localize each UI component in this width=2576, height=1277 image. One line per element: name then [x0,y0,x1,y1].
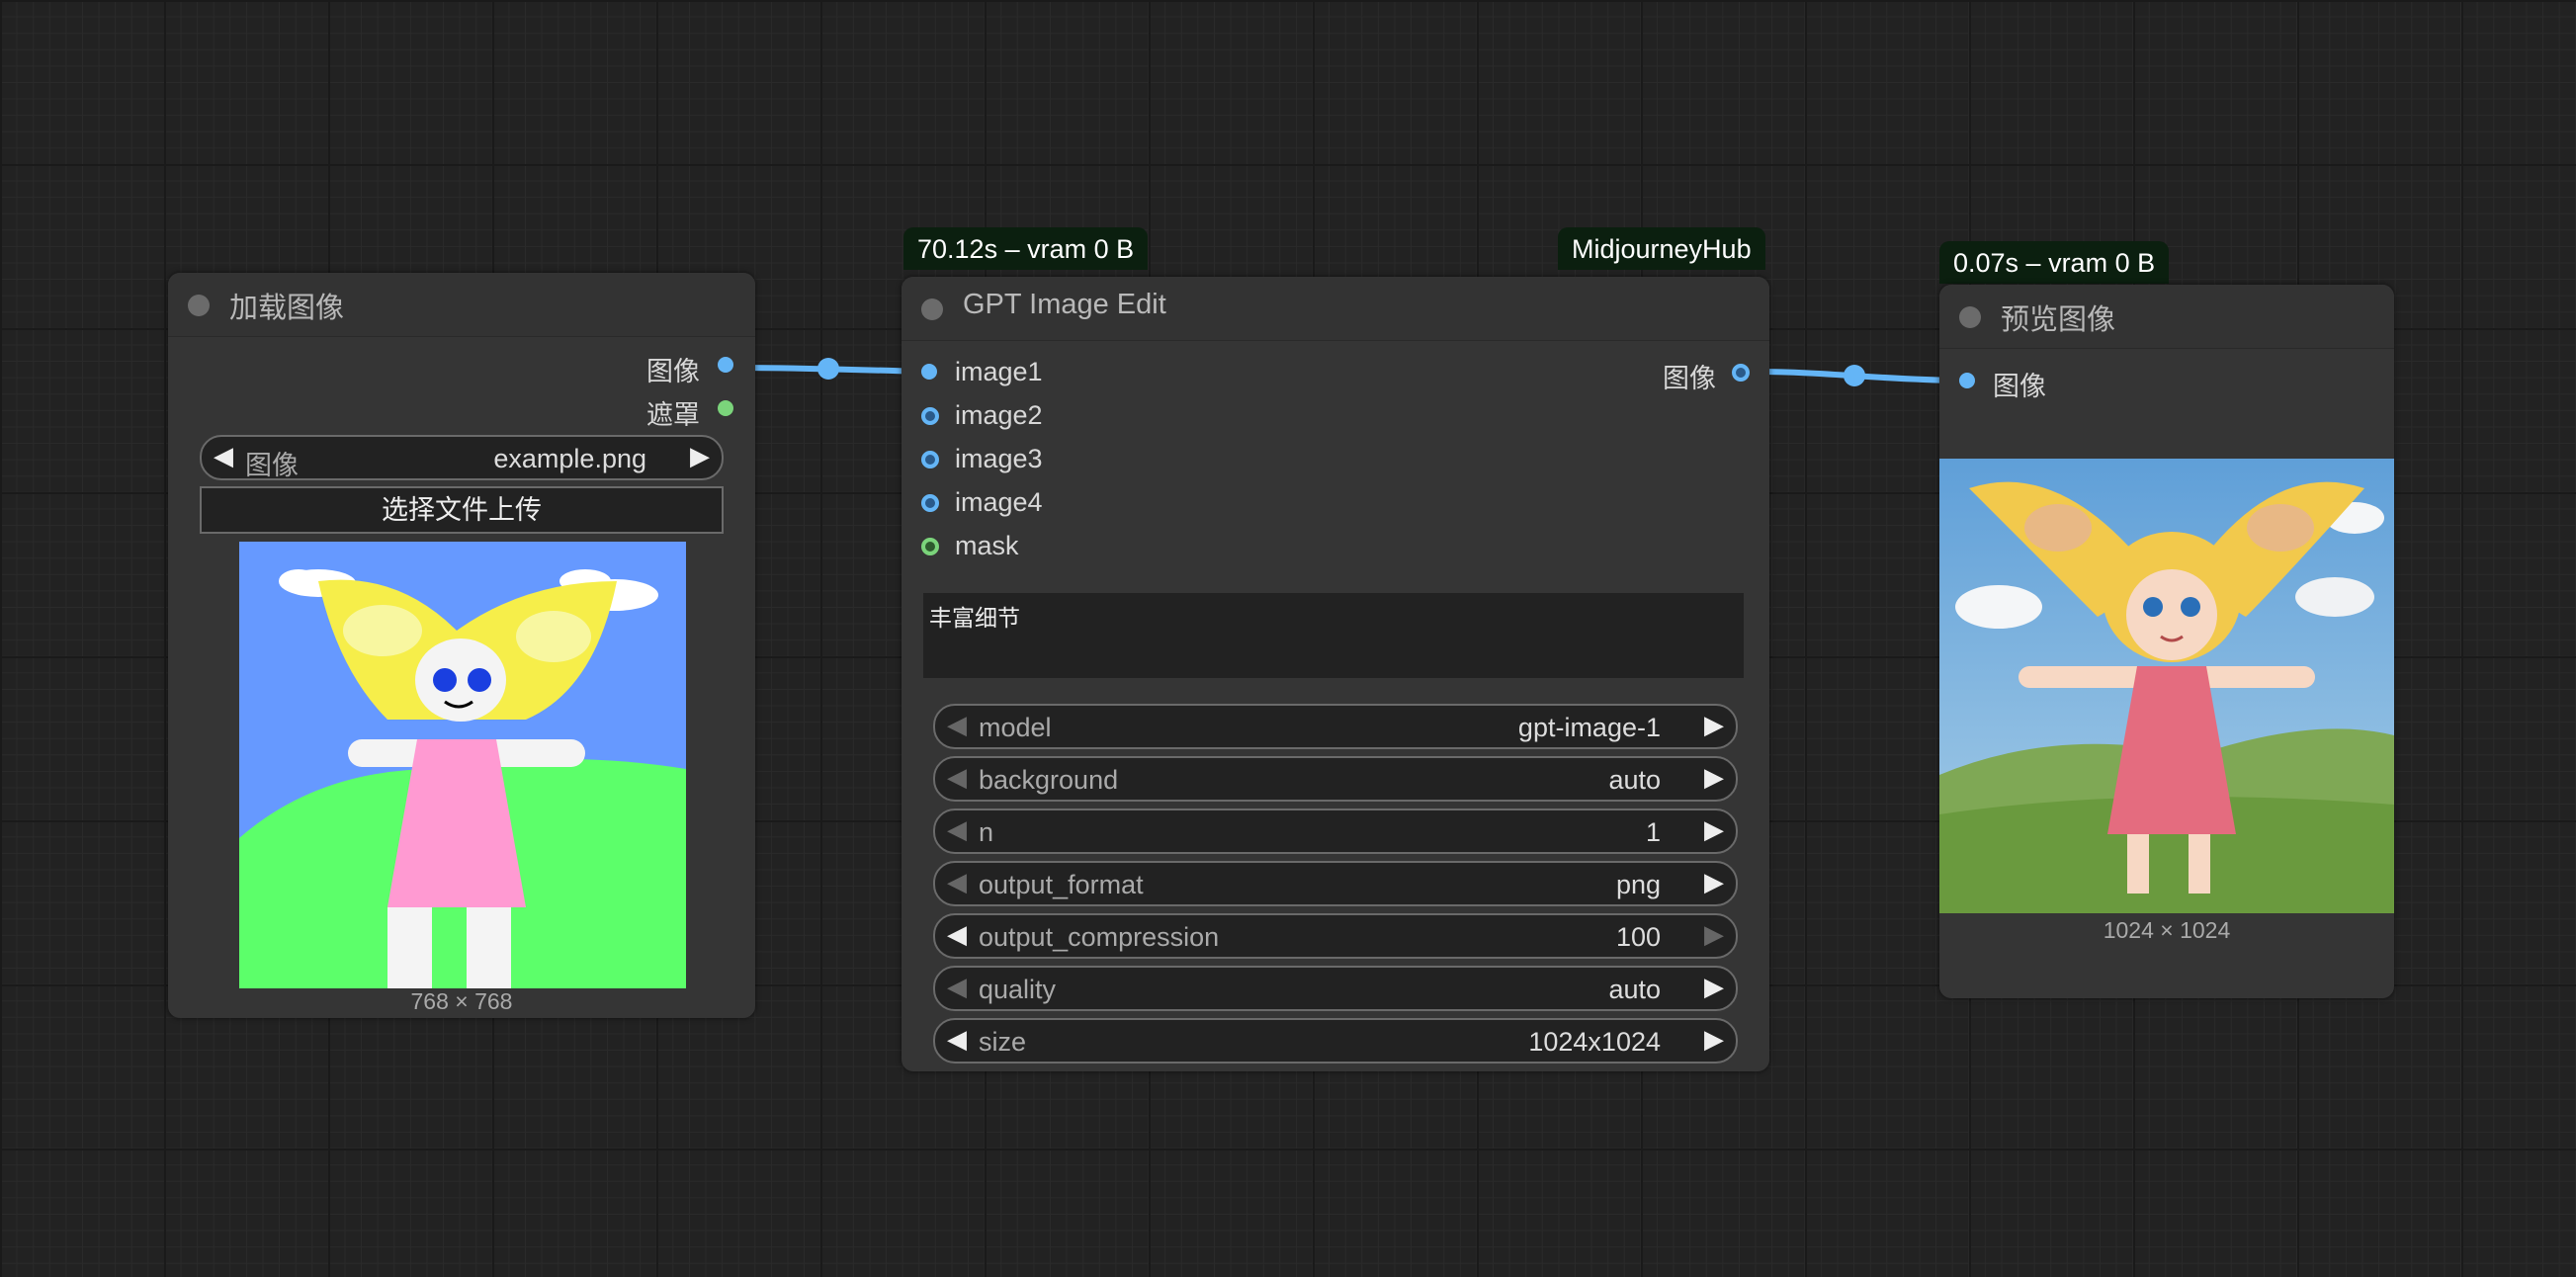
gpt-image-edit-node[interactable]: GPT Image Edit image1 image2 image3 imag… [902,277,1769,1071]
collapse-dot-icon[interactable] [921,298,943,320]
arrow-left-icon[interactable]: ◀ [947,710,967,740]
link-load-to-gpt-midpoint [817,358,839,380]
arrow-right-icon[interactable]: ▶ [1704,814,1724,845]
widget-value: auto [1608,975,1661,1004]
load-image-node[interactable]: 加载图像 图像 遮罩 ◀ 图像 example.png ▶ 选择文件上传 768… [168,273,755,1018]
node-title-bar[interactable]: GPT Image Edit [902,277,1769,341]
arrow-right-icon[interactable]: ▶ [1704,762,1724,793]
input-slot-image[interactable]: 图像 [1951,364,2149,403]
widget-label: model [979,713,1052,742]
background-widget[interactable]: ◀ background auto ▶ [933,756,1738,802]
widget-label: n [979,817,994,847]
upload-button[interactable]: 选择文件上传 [200,486,724,534]
input-label: image2 [955,400,1043,430]
node-title: 预览图像 [2001,304,2116,336]
input-label: 图像 [1993,372,2046,401]
node-title-bar[interactable]: 加载图像 [168,273,755,337]
arrow-right-icon[interactable]: ▶ [1704,1024,1724,1055]
arrow-left-icon[interactable]: ◀ [947,1024,967,1055]
widget-label: output_format [979,870,1144,899]
execution-time-badge: 70.12s – vram 0 B [903,227,1149,270]
widget-label: output_compression [979,922,1220,952]
output-slot-image[interactable]: 图像 [542,350,739,389]
arrow-left-icon[interactable]: ◀ [947,762,967,793]
model-widget[interactable]: ◀ model gpt-image-1 ▶ [933,704,1738,749]
widget-value: gpt-image-1 [1517,713,1661,742]
arrow-right-icon[interactable]: ▶ [1704,972,1724,1002]
widget-value: png [1615,870,1661,899]
arrow-right-icon[interactable]: ▶ [1704,867,1724,897]
image-dimensions: 768 × 768 [410,988,513,1014]
arrow-left-icon[interactable]: ◀ [947,867,967,897]
output-label: 图像 [1663,364,1716,393]
arrow-right-icon[interactable]: ▶ [1704,919,1724,950]
arrow-left-icon[interactable]: ◀ [214,441,233,471]
output-compression-widget[interactable]: ◀ output_compression 100 ▶ [933,913,1738,959]
input-dot-icon[interactable] [1959,373,1975,388]
link-gpt-to-preview-midpoint [1844,365,1865,386]
widget-value: 1 [1645,817,1661,847]
quality-widget[interactable]: ◀ quality auto ▶ [933,966,1738,1011]
loaded-image-preview [239,542,686,988]
source-badge: MidjourneyHub [1558,227,1765,270]
output-dot-icon[interactable] [718,400,733,416]
arrow-right-icon[interactable]: ▶ [1704,710,1724,740]
widget-value: example.png [493,444,646,473]
widget-value: 1024x1024 [1528,1027,1661,1057]
input-label: image4 [955,487,1043,517]
output-slot-image[interactable]: 图像 [1560,356,1758,395]
input-slot-image1[interactable]: image1 [913,356,1210,395]
output-dot-icon[interactable] [1732,364,1750,382]
output-label: 图像 [646,357,700,386]
widget-value: 100 [1615,922,1661,952]
size-widget[interactable]: ◀ size 1024x1024 ▶ [933,1018,1738,1064]
widget-value: auto [1608,765,1661,795]
widget-label: background [979,765,1119,795]
n-widget[interactable]: ◀ n 1 ▶ [933,809,1738,854]
output-label: 遮罩 [646,400,700,430]
widget-label: quality [979,975,1057,1004]
input-dot-icon[interactable] [921,494,939,512]
preview-image [1939,459,2394,913]
image-dimensions: 1024 × 1024 [2103,917,2231,943]
widget-label: 图像 [245,451,299,480]
input-dot-icon[interactable] [921,538,939,555]
output-format-widget[interactable]: ◀ output_format png ▶ [933,861,1738,906]
arrow-left-icon[interactable]: ◀ [947,814,967,845]
collapse-dot-icon[interactable] [1959,306,1981,328]
node-title: GPT Image Edit [963,289,1166,320]
prompt-textarea[interactable]: 丰富细节 [923,593,1744,678]
output-dot-icon[interactable] [718,357,733,373]
input-slot-mask[interactable]: mask [913,530,1210,569]
arrow-left-icon[interactable]: ◀ [947,919,967,950]
input-label: mask [955,531,1019,560]
input-slot-image2[interactable]: image2 [913,399,1210,439]
input-dot-icon[interactable] [921,451,939,468]
input-slot-image4[interactable]: image4 [913,486,1210,526]
widget-label: size [979,1027,1027,1057]
image-combo-widget[interactable]: ◀ 图像 example.png ▶ [200,435,724,480]
input-label: image1 [955,357,1043,386]
node-title: 加载图像 [229,293,345,324]
input-label: image3 [955,444,1043,473]
input-dot-icon[interactable] [921,407,939,425]
arrow-right-icon[interactable]: ▶ [690,441,710,471]
node-title-bar[interactable]: 预览图像 [1939,285,2394,349]
input-slot-image3[interactable]: image3 [913,443,1210,482]
arrow-left-icon[interactable]: ◀ [947,972,967,1002]
execution-time-badge: 0.07s – vram 0 B [1939,241,2170,284]
input-dot-icon[interactable] [921,364,937,380]
collapse-dot-icon[interactable] [188,295,210,316]
output-slot-mask[interactable]: 遮罩 [542,393,739,433]
preview-image-node[interactable]: 预览图像 图像 1024 × 1024 [1939,285,2394,998]
